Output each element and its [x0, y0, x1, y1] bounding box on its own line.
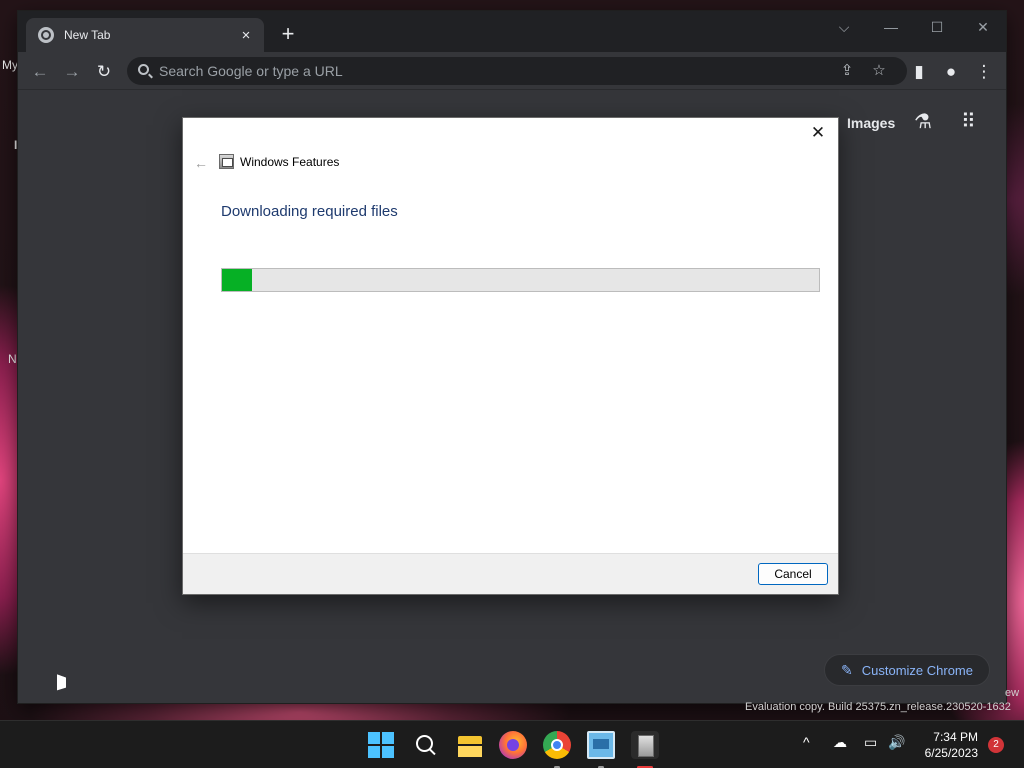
omnibox[interactable]: ⇪ ☆ — [127, 57, 907, 85]
tab-search-icon[interactable]: ⌵ — [832, 15, 856, 39]
customize-chrome-label: Customize Chrome — [861, 662, 973, 678]
images-link[interactable]: Images — [847, 115, 895, 131]
minimize-button[interactable]: — — [879, 15, 903, 39]
tab-strip: New Tab × + ⌵ — ☐ ✕ — [18, 11, 1006, 52]
start-windows-icon[interactable] — [367, 731, 395, 759]
bookmark-star-icon[interactable]: ☆ — [867, 59, 891, 83]
desktop-label-1: My — [2, 58, 18, 72]
windows-features-icon — [219, 154, 234, 169]
evaluation-watermark: Evaluation copy. Build 25375.zn_release.… — [745, 701, 1011, 713]
pencil-icon: ✎ — [841, 661, 853, 678]
taskbar-clock[interactable]: 7:34 PM 6/25/2023 — [920, 729, 978, 761]
mouse-cursor-icon — [57, 674, 66, 694]
notification-badge[interactable]: 2 — [988, 737, 1004, 753]
side-panel-icon[interactable]: ▮ — [907, 60, 931, 84]
taskbar-search-icon[interactable] — [412, 731, 440, 759]
dialog-heading: Downloading required files — [221, 203, 398, 220]
cancel-button[interactable]: Cancel — [758, 563, 828, 585]
remote-desktop-icon[interactable] — [587, 731, 615, 759]
customize-chrome-button[interactable]: ✎ Customize Chrome — [824, 654, 990, 686]
firefox-icon[interactable] — [499, 731, 527, 759]
profile-icon[interactable]: ● — [939, 60, 963, 84]
download-progress-bar — [221, 268, 820, 292]
search-icon — [138, 64, 149, 75]
omnibox-input[interactable] — [159, 61, 759, 81]
desktop-label-3: N — [8, 352, 17, 366]
chrome-taskbar-icon[interactable] — [543, 731, 571, 759]
close-window-button[interactable]: ✕ — [971, 15, 995, 39]
dialog-footer: Cancel — [183, 553, 838, 594]
taskbar: ^ ☁ ▭ 🔊 7:34 PM 6/25/2023 2 — [0, 720, 1024, 768]
progress-fill — [222, 269, 252, 291]
browser-toolbar: ← → ↻ ⇪ ☆ ▮ ● ⋮ — [18, 52, 1006, 90]
windows-features-taskbar-icon[interactable] — [631, 731, 659, 759]
chrome-favicon-icon — [38, 27, 54, 43]
reload-button[interactable]: ↻ — [92, 60, 116, 84]
onedrive-cloud-icon[interactable]: ☁ — [833, 734, 847, 751]
clock-date: 6/25/2023 — [924, 746, 978, 760]
clock-time: 7:34 PM — [933, 730, 978, 744]
new-tab-button[interactable]: + — [276, 23, 300, 47]
watermark-fragment: ew — [1005, 687, 1020, 699]
apps-grid-icon[interactable]: ⠿ — [961, 109, 976, 134]
desktop-label-2: I — [14, 138, 18, 152]
forward-button[interactable]: → — [60, 60, 84, 84]
file-explorer-icon[interactable] — [456, 731, 484, 759]
share-icon[interactable]: ⇪ — [835, 59, 859, 83]
chrome-menu-icon[interactable]: ⋮ — [972, 60, 996, 84]
dialog-back-icon[interactable]: ← — [191, 153, 211, 173]
windows-features-dialog: ✕ ← Windows Features Downloading require… — [182, 117, 839, 595]
maximize-button[interactable]: ☐ — [925, 15, 949, 39]
dialog-title: Windows Features — [240, 155, 340, 169]
tab-new-tab[interactable]: New Tab × — [26, 18, 264, 52]
display-icon[interactable]: ▭ — [864, 734, 877, 751]
back-button[interactable]: ← — [28, 60, 52, 84]
volume-icon[interactable]: 🔊 — [888, 734, 905, 751]
labs-flask-icon[interactable]: ⚗ — [914, 109, 932, 134]
dialog-close-icon[interactable]: ✕ — [804, 122, 832, 144]
tab-close-icon[interactable]: × — [234, 27, 258, 44]
tab-title: New Tab — [64, 28, 111, 42]
tray-overflow-chevron-icon[interactable]: ^ — [803, 734, 810, 750]
